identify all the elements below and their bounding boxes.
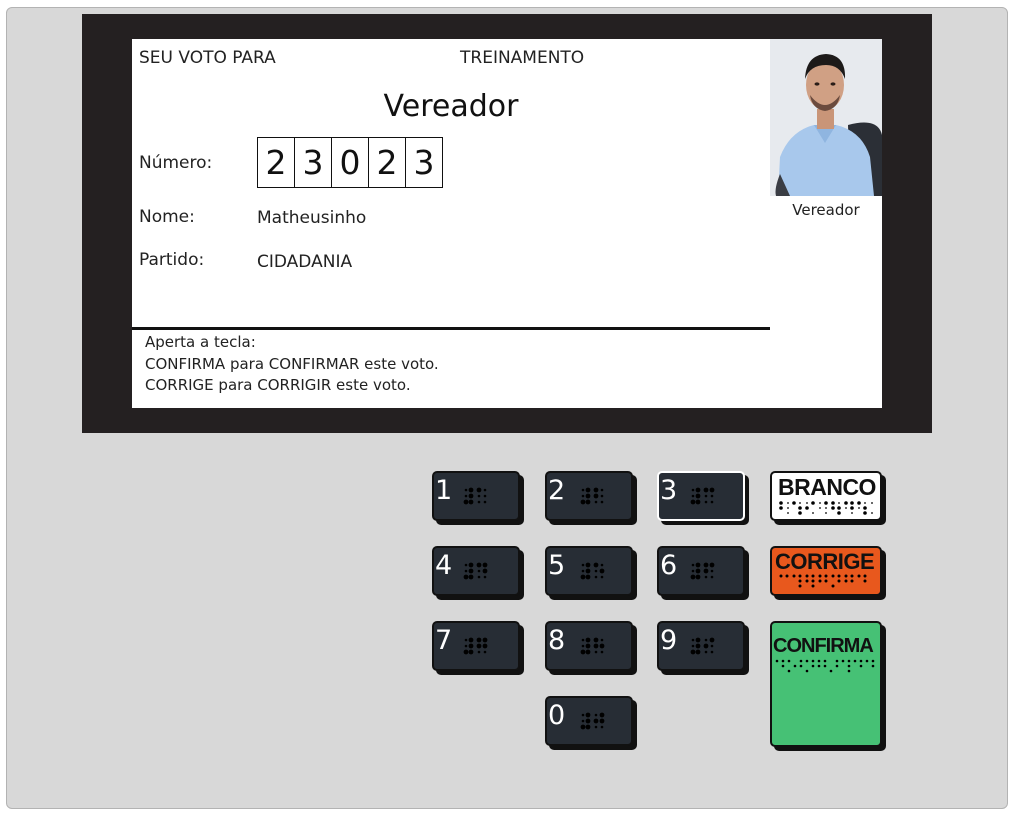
braille-icon (779, 501, 873, 515)
key-label: 8 (548, 625, 566, 656)
braille-icon (463, 637, 488, 655)
key-label: 4 (435, 550, 453, 581)
correct-button[interactable]: CORRIGE (770, 546, 882, 596)
key-label: 3 (660, 475, 678, 506)
braille-icon (580, 562, 605, 580)
braille-icon (690, 487, 715, 505)
braille-icon (580, 487, 604, 505)
key-label: 5 (548, 550, 566, 581)
key-label: 6 (660, 550, 678, 581)
braille-icon (463, 487, 487, 505)
key-9[interactable]: 9 (657, 621, 745, 671)
digit-box: 0 (331, 137, 369, 188)
key-label: 9 (660, 625, 678, 656)
confirm-label: CONFIRMA (773, 635, 874, 657)
key-5[interactable]: 5 (545, 546, 633, 596)
key-6[interactable]: 6 (657, 546, 745, 596)
instructions-divider (132, 327, 770, 330)
braille-icon (779, 574, 867, 588)
instruction-line: CONFIRMA para CONFIRMAR este voto. (145, 355, 439, 373)
braille-icon (690, 637, 715, 655)
candidate-name: Matheusinho (257, 208, 367, 228)
blank-vote-label: BRANCO (778, 474, 876, 500)
key-label: 2 (548, 475, 566, 506)
digit-box: 3 (405, 137, 443, 188)
instruction-line: CORRIGE para CORRIGIR este voto. (145, 376, 411, 394)
instruction-line: Aperta a tecla: (145, 333, 256, 351)
braille-icon (690, 562, 715, 580)
braille-icon (580, 712, 605, 730)
blank-vote-button[interactable]: BRANCO (770, 471, 882, 521)
key-8[interactable]: 8 (545, 621, 633, 671)
candidate-number-digits: 2 3 0 2 3 (257, 137, 443, 188)
party-label: Partido: (139, 250, 205, 270)
key-1[interactable]: 1 (432, 471, 520, 521)
key-3[interactable]: 3 (657, 471, 745, 521)
confirm-button[interactable]: CONFIRMA (770, 621, 882, 747)
digit-box: 2 (368, 137, 406, 188)
header-training: TREINAMENTO (460, 48, 585, 68)
key-label: 1 (435, 475, 453, 506)
key-0[interactable]: 0 (545, 696, 633, 746)
candidate-party: CIDADANIA (257, 252, 353, 272)
correct-label: CORRIGE (775, 549, 875, 574)
number-label: Número: (139, 153, 213, 173)
photo-caption: Vereador (792, 201, 860, 219)
header-vote-for: SEU VOTO PARA (139, 48, 276, 68)
key-label: 0 (548, 700, 566, 731)
office-title: Vereador (383, 89, 519, 124)
braille-icon (775, 659, 875, 673)
key-7[interactable]: 7 (432, 621, 520, 671)
voting-screen: SEU VOTO PARA TREINAMENTO Vereador Númer… (132, 39, 882, 408)
name-label: Nome: (139, 207, 195, 227)
key-label: 7 (435, 625, 453, 656)
braille-icon (463, 562, 488, 580)
candidate-photo-image (770, 39, 882, 196)
braille-icon (580, 637, 605, 655)
digit-box: 2 (257, 137, 295, 188)
key-2[interactable]: 2 (545, 471, 633, 521)
key-4[interactable]: 4 (432, 546, 520, 596)
candidate-photo (770, 39, 882, 196)
digit-box: 3 (294, 137, 332, 188)
